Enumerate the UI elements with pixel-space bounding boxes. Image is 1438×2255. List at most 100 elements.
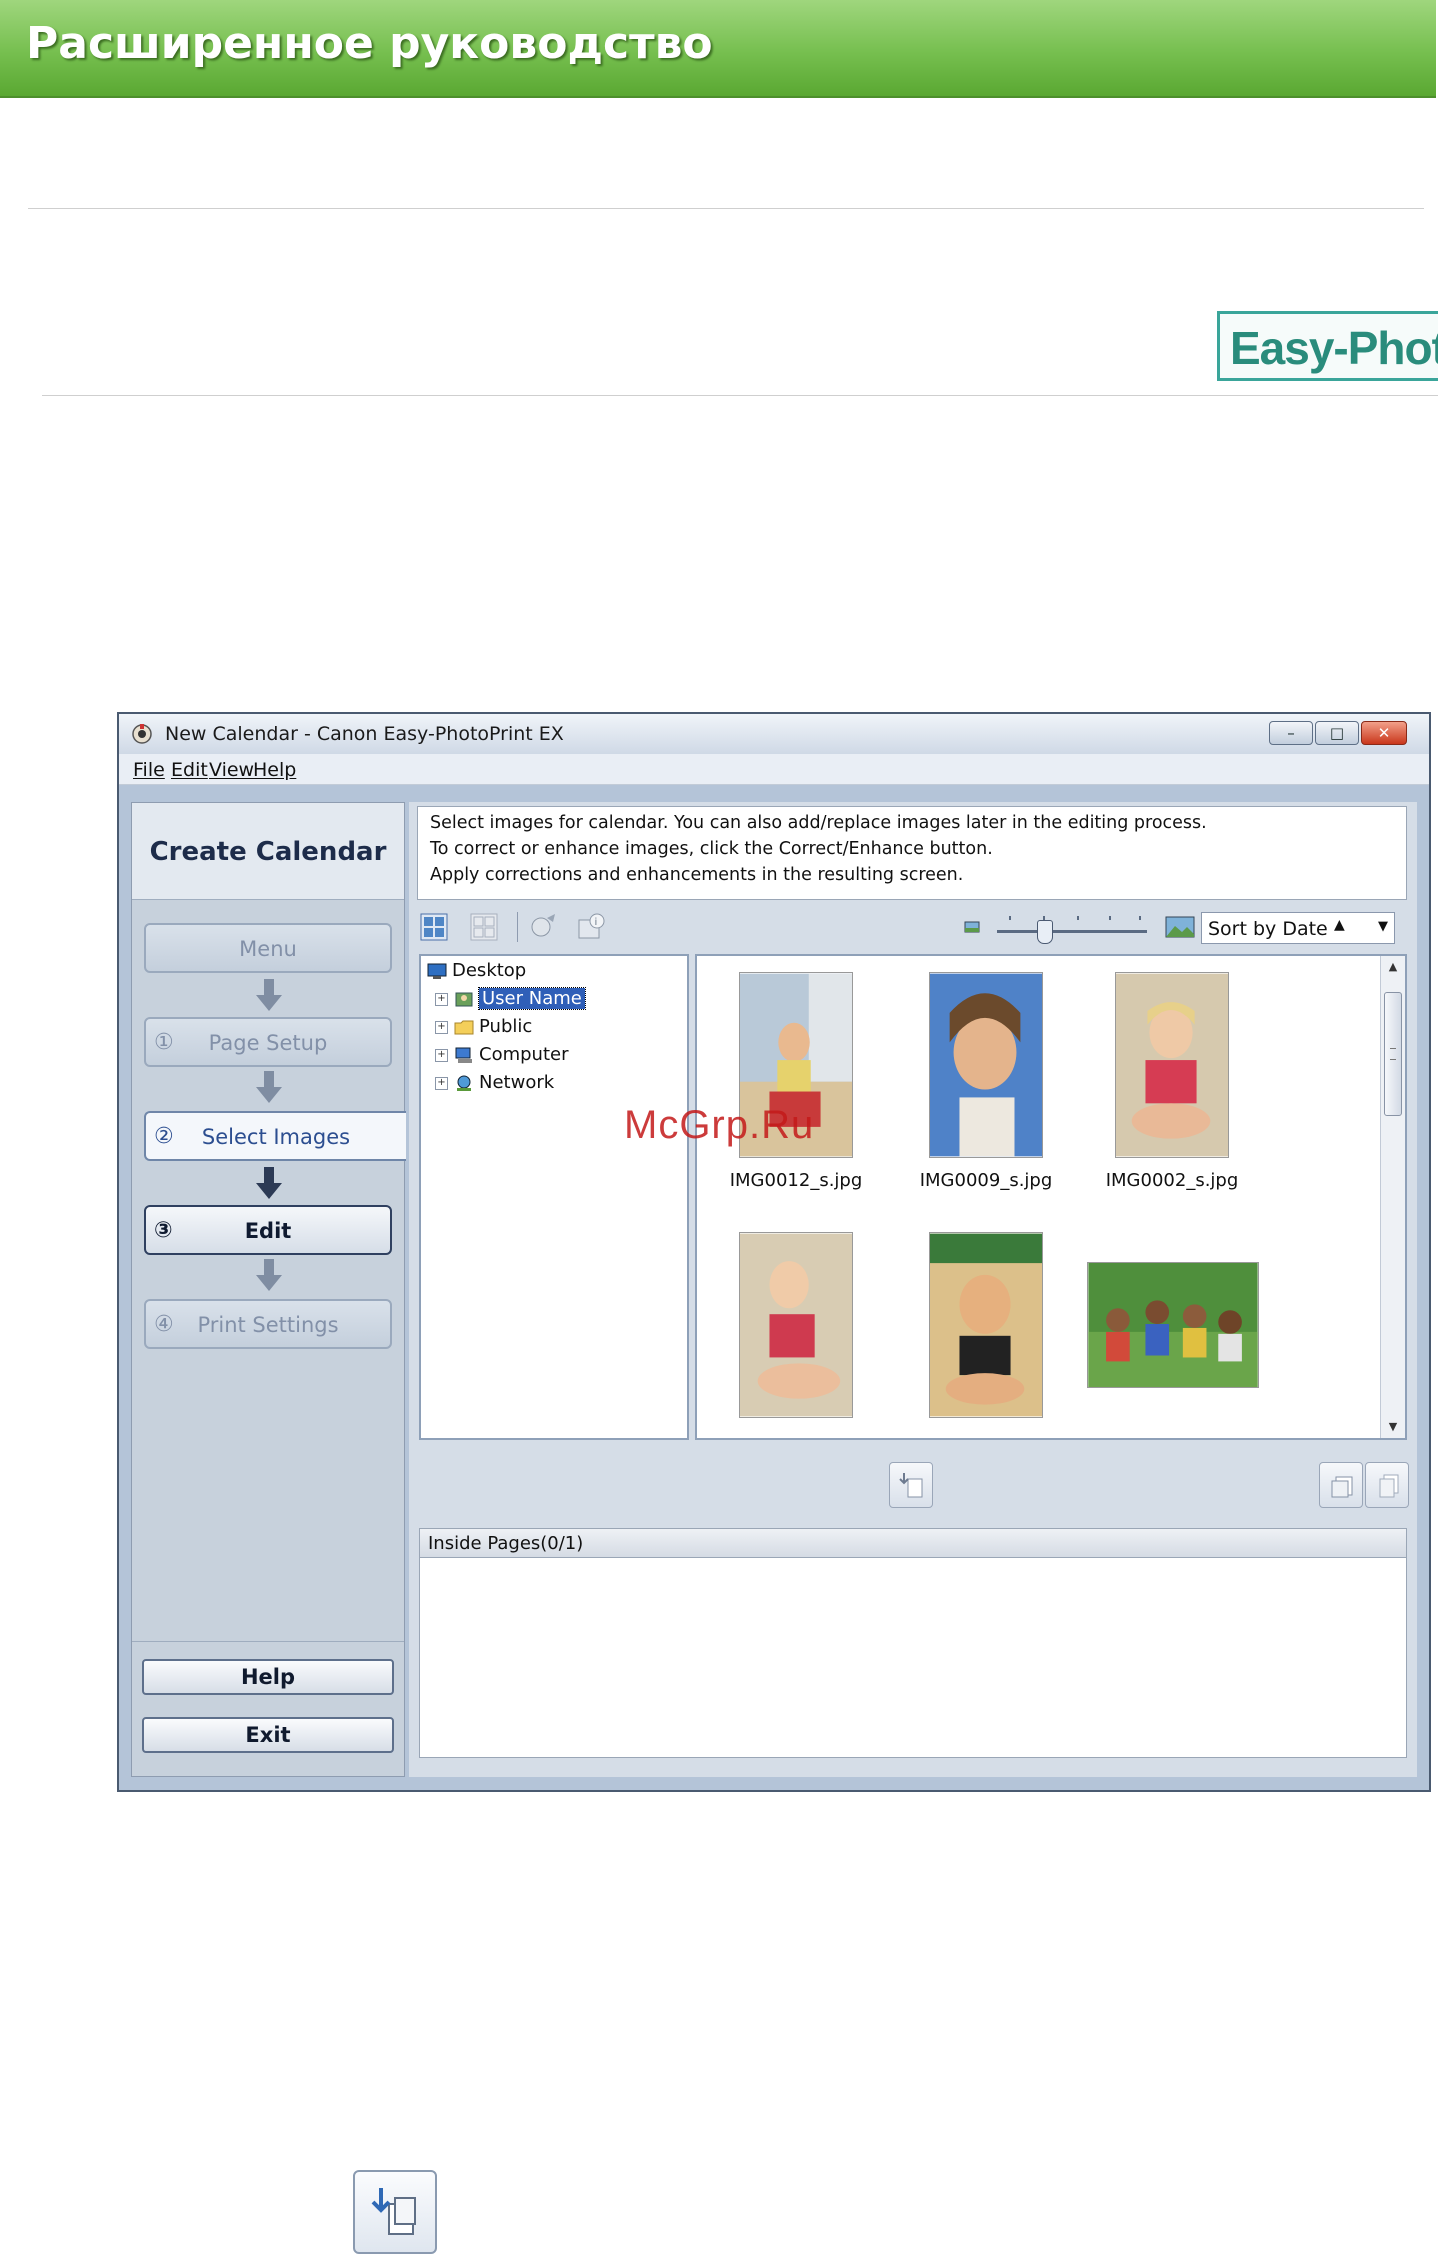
divider-bottom: [42, 395, 1438, 396]
computer-icon: [455, 1047, 472, 1063]
add-image-button-illustration: [353, 2170, 437, 2254]
window-title: New Calendar - Canon Easy-PhotoPrint EX: [165, 723, 564, 745]
instruction-line: To correct or enhance images, click the …: [430, 839, 993, 859]
help-button[interactable]: Help: [142, 1659, 394, 1695]
close-icon: ✕: [1377, 724, 1391, 742]
network-icon: [457, 1075, 471, 1091]
step-select-images-button[interactable]: ② Select Images: [144, 1111, 406, 1161]
photo-baby-on-sand-image: [929, 1232, 1043, 1418]
user-folder-icon: [455, 992, 473, 1007]
toolbar-separator: [517, 912, 518, 942]
image-info-icon[interactable]: i: [577, 912, 607, 942]
grip-icon: [1390, 1048, 1396, 1060]
slider-tick: [1009, 916, 1011, 920]
app-icon: [132, 724, 152, 744]
remove-image-button[interactable]: [1365, 1462, 1409, 1508]
add-all-button[interactable]: [1319, 1462, 1363, 1508]
svg-text:i: i: [595, 917, 598, 928]
image-toolbar: i Sort by Date ▲ ▼: [417, 908, 1407, 948]
slider-thumb[interactable]: [1037, 920, 1053, 944]
sort-ascending-icon[interactable]: ▲: [1334, 917, 1345, 933]
image-thumbnail-area: IMG0012_s.jpg IMG0009_s.jpg IMG0002_s.jp…: [695, 954, 1407, 1440]
photo-toddler-in-sand-image: [1115, 972, 1229, 1158]
step-label: Print Settings: [197, 1313, 339, 1337]
small-image-icon[interactable]: [961, 916, 983, 938]
expand-icon[interactable]: +: [435, 1048, 448, 1062]
panel-title: Create Calendar: [149, 837, 387, 867]
page-header-banner: Расширенное руководство: [0, 0, 1436, 98]
slider-tick: [1109, 916, 1111, 920]
expand-icon[interactable]: +: [435, 992, 448, 1006]
thumbnail-filename: IMG0002_s.jpg: [1105, 1170, 1239, 1191]
logo-text: Easy-PhotoP: [1230, 322, 1438, 374]
exit-button[interactable]: Exit: [142, 1717, 394, 1753]
arrow-down-icon: [256, 1071, 282, 1105]
select-all-icon[interactable]: [419, 912, 449, 942]
menu-edit[interactable]: Edit: [171, 759, 208, 781]
tree-node-computer[interactable]: + Computer: [435, 1044, 568, 1065]
step-print-settings-button[interactable]: ④ Print Settings: [144, 1299, 392, 1349]
arrow-down-icon: [256, 979, 282, 1013]
tree-node-network[interactable]: + Network: [435, 1072, 554, 1093]
expand-icon[interactable]: +: [435, 1076, 448, 1090]
remove-images-icon: [1379, 1474, 1399, 1498]
tree-node-desktop[interactable]: Desktop: [427, 960, 526, 981]
thumbnail-filename: IMG0009_s.jpg: [919, 1170, 1053, 1191]
scroll-up-icon[interactable]: ▲: [1381, 956, 1405, 978]
add-image-icon: [371, 2188, 416, 2235]
sort-dropdown[interactable]: Sort by Date ▲ ▼: [1201, 912, 1395, 944]
minimize-icon: –: [1287, 724, 1295, 742]
instruction-line: Select images for calendar. You can also…: [430, 813, 1207, 833]
watermark-text: McGrp.Ru: [624, 1103, 815, 1147]
instruction-line: Apply corrections and enhancements in th…: [430, 865, 964, 885]
inside-pages-area[interactable]: [419, 1558, 1407, 1758]
step-navigation-panel: Create Calendar Menu ① Page Setup ② Sele…: [131, 802, 406, 1777]
chevron-down-icon[interactable]: ▼: [1378, 919, 1388, 934]
scroll-down-icon[interactable]: ▼: [1381, 1416, 1405, 1438]
divider-top: [28, 208, 1424, 209]
step-label: Select Images: [201, 1125, 351, 1149]
thumbnail-size-slider[interactable]: [997, 916, 1147, 944]
slider-track: [997, 930, 1147, 933]
photo-toddler-sitting-image: [739, 1232, 853, 1418]
instructions-box: Select images for calendar. You can also…: [417, 806, 1407, 900]
menu-help[interactable]: Help: [253, 759, 296, 781]
scroll-thumb[interactable]: [1384, 992, 1402, 1116]
title-bar: New Calendar - Canon Easy-PhotoPrint EX …: [119, 714, 1429, 754]
inside-pages-header: Inside Pages(0/1): [419, 1528, 1407, 1558]
inside-pages-label: Inside Pages(0/1): [428, 1533, 584, 1554]
tree-node-public[interactable]: + Public: [435, 1016, 532, 1037]
menu-bar: File Edit View Help: [119, 754, 1429, 785]
arrow-down-icon: [256, 1167, 282, 1201]
photo-group-of-kids-image: [1087, 1262, 1259, 1388]
step-label: Edit: [244, 1219, 292, 1243]
expand-icon[interactable]: +: [435, 1020, 448, 1034]
main-content: Select images for calendar. You can also…: [409, 802, 1417, 1777]
step-label: Menu: [239, 937, 297, 961]
correct-enhance-icon[interactable]: [529, 912, 559, 942]
deselect-all-icon[interactable]: [469, 912, 499, 942]
easy-photoprint-logo: Easy-PhotoP: [1217, 311, 1438, 381]
maximize-button[interactable]: □: [1315, 721, 1359, 745]
menu-file[interactable]: File: [133, 759, 165, 781]
step-page-setup-button[interactable]: ① Page Setup: [144, 1017, 392, 1067]
slider-tick: [1077, 916, 1079, 920]
panel-divider: [132, 1641, 404, 1642]
slider-tick: [1139, 916, 1141, 920]
folder-icon: [454, 1020, 474, 1035]
maximize-icon: □: [1329, 724, 1345, 742]
large-image-icon[interactable]: [1165, 912, 1195, 942]
desktop-icon: [427, 963, 447, 979]
minimize-button[interactable]: –: [1269, 721, 1313, 745]
close-button[interactable]: ✕: [1361, 721, 1407, 745]
step-label: Page Setup: [208, 1031, 328, 1055]
thumbnail-filename: IMG0012_s.jpg: [729, 1170, 863, 1191]
photo-smiling-girl-image: [929, 972, 1043, 1158]
tree-node-user-name[interactable]: + User Name: [435, 987, 586, 1010]
step-menu-button[interactable]: Menu: [144, 923, 392, 973]
step-edit-button[interactable]: ③ Edit: [144, 1205, 392, 1255]
vertical-scrollbar[interactable]: ▲ ▼: [1380, 956, 1405, 1438]
add-image-button[interactable]: [889, 1462, 933, 1508]
arrow-down-icon: [256, 1259, 282, 1293]
menu-view[interactable]: View: [209, 759, 254, 781]
